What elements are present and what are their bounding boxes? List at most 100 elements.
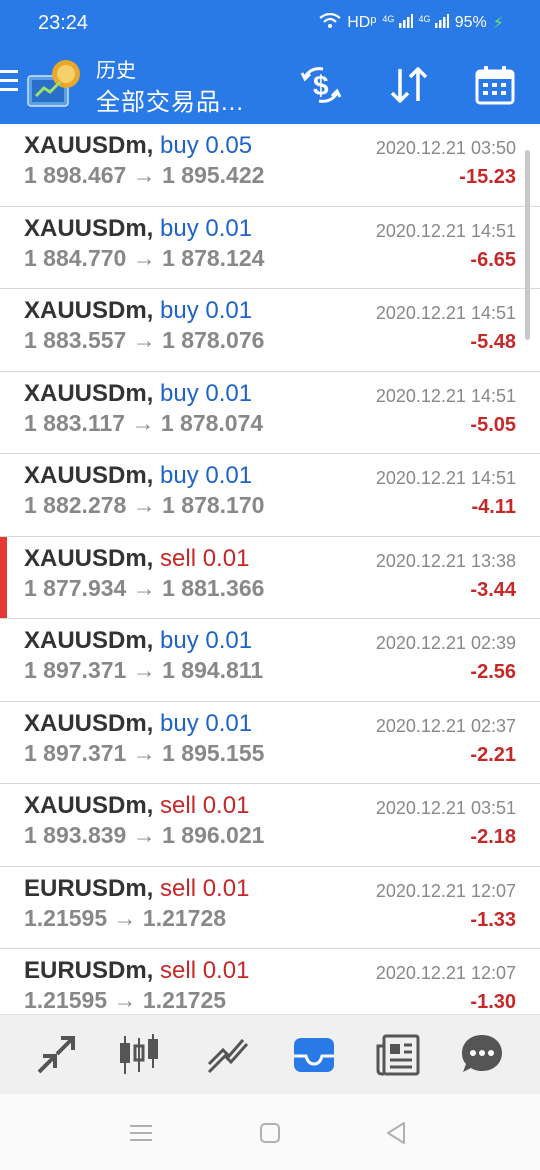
open-price: 1 897.371 xyxy=(24,657,127,683)
trade-prices: 1 883.557 → 1 878.076 xyxy=(24,327,264,354)
quotes-icon xyxy=(37,1036,75,1074)
trade-time: 2020.12.21 14:51 xyxy=(375,303,516,323)
trade-history-list[interactable]: XAUUSDm, buy 0.05 1 898.467 → 1 895.422 20… xyxy=(0,124,540,1014)
trade-prices: 1 897.371 → 1 894.811 xyxy=(24,657,263,684)
trade-profit: -3.44 xyxy=(470,578,516,601)
calendar-button[interactable] xyxy=(470,60,520,110)
currency-exchange-button[interactable]: $ xyxy=(296,60,346,110)
trade-row[interactable]: XAUUSDm, sell 0.01 1 877.934 → 1 881.366 2… xyxy=(0,536,540,619)
trade-side: buy 0.01 xyxy=(160,627,253,654)
trade-profit: -1.33 xyxy=(470,908,516,931)
trade-row[interactable]: EURUSDm, sell 0.01 1.21595 → 1.21725 2020.… xyxy=(0,949,540,1014)
open-price: 1.21595 xyxy=(24,904,108,931)
open-price: 1 884.770 xyxy=(24,244,127,271)
trade-side: buy 0.01 xyxy=(160,379,253,407)
sort-icon xyxy=(390,67,428,103)
trade-row[interactable]: XAUUSDm, sell 0.01 1 893.839 → 1 896.021 2… xyxy=(0,784,540,867)
scrollbar[interactable] xyxy=(525,150,530,340)
trade-profit: -2.21 xyxy=(470,743,516,766)
nav-chart[interactable] xyxy=(114,1029,166,1081)
symbol-name: XAUUSDm, xyxy=(24,792,154,819)
charging-icon: ⚡ xyxy=(492,15,504,32)
home-icon xyxy=(260,1123,280,1143)
trade-prices: 1.21595 → 1.21728 xyxy=(24,905,226,932)
trade-row[interactable]: XAUUSDm, buy 0.01 1 883.117 → 1 878.074 20… xyxy=(0,371,540,454)
trade-symbol: XAUUSDm, buy 0.01 xyxy=(24,297,252,325)
close-price: 1 878.076 xyxy=(162,327,265,353)
trade-row[interactable]: XAUUSDm, buy 0.01 1 884.770 → 1 878.124 20… xyxy=(0,206,540,289)
trade-row[interactable]: XAUUSDm, buy 0.01 1 897.371 → 1 895.155 20… xyxy=(0,701,540,784)
open-price: 1 897.371 xyxy=(24,739,127,766)
price-arrow: → xyxy=(132,574,156,601)
network-label: HDᵖ xyxy=(347,14,377,31)
nav-news[interactable] xyxy=(372,1029,424,1081)
nav-trade[interactable] xyxy=(202,1029,254,1081)
trade-side: sell 0.01 xyxy=(160,874,250,902)
symbol-name: XAUUSDm, xyxy=(24,297,154,324)
wifi-icon xyxy=(319,12,341,33)
recent-apps-button[interactable] xyxy=(126,1118,156,1148)
trade-symbol: XAUUSDm, buy 0.01 xyxy=(24,627,252,655)
trade-symbol: EURUSDm, sell 0.01 xyxy=(24,875,249,903)
signal-icon-2: 4G xyxy=(419,14,449,32)
trade-row[interactable]: XAUUSDm, buy 0.01 1 882.278 → 1 878.170 20… xyxy=(0,454,540,537)
trade-time: 2020.12.21 12:07 xyxy=(375,880,516,901)
trade-time: 2020.12.21 14:51 xyxy=(375,220,516,241)
price-arrow: → xyxy=(132,739,156,766)
open-price: 1 877.934 xyxy=(24,574,127,601)
back-button[interactable] xyxy=(382,1118,412,1148)
trade-prices: 1 883.117 → 1 878.074 xyxy=(24,410,263,437)
trade-prices: 1 877.934 → 1 881.366 xyxy=(24,575,264,602)
trade-profit: -2.18 xyxy=(470,826,516,848)
close-price: 1 895.155 xyxy=(162,739,265,766)
trade-prices: 1 893.839 → 1 896.021 xyxy=(24,822,264,849)
price-arrow: → xyxy=(132,492,156,518)
trade-prices: 1.21595 → 1.21725 xyxy=(24,987,226,1014)
trade-time: 2020.12.21 02:39 xyxy=(375,633,516,653)
trade-symbol: XAUUSDm, buy 0.01 xyxy=(24,215,252,243)
battery-level: 95% xyxy=(454,14,487,31)
menu-icon[interactable] xyxy=(0,70,18,94)
price-arrow: → xyxy=(113,987,137,1013)
trade-profit: -2.56 xyxy=(470,661,516,683)
price-arrow: → xyxy=(132,822,156,848)
trade-time: 2020.12.21 14:51 xyxy=(375,468,516,488)
nav-history[interactable] xyxy=(288,1029,340,1081)
trade-prices: 1 882.278 → 1 878.170 xyxy=(24,492,264,519)
nav-quotes[interactable] xyxy=(30,1029,82,1081)
trade-row[interactable]: XAUUSDm, buy 0.01 1 883.557 → 1 878.076 20… xyxy=(0,289,540,372)
chat-icon xyxy=(462,1035,502,1072)
symbol-name: XAUUSDm, xyxy=(24,214,154,242)
price-arrow: → xyxy=(132,327,156,353)
price-arrow: → xyxy=(132,657,156,683)
nav-chat[interactable] xyxy=(456,1029,508,1081)
symbol-name: EURUSDm, xyxy=(24,874,154,902)
app-bar: 历史 全部交易品... $ xyxy=(0,48,540,124)
signal-icon-1: 4G xyxy=(382,14,413,32)
trade-prices: 1 897.371 → 1 895.155 xyxy=(24,740,264,767)
app-logo xyxy=(26,56,84,114)
open-price: 1.21595 xyxy=(24,987,108,1013)
trade-side: buy 0.05 xyxy=(160,132,253,159)
home-button[interactable] xyxy=(255,1118,285,1148)
open-price: 1 883.557 xyxy=(24,327,127,353)
trade-time: 2020.12.21 02:37 xyxy=(375,715,516,736)
page-title[interactable]: 全部交易品... xyxy=(96,82,244,117)
status-time: 23:24 xyxy=(38,12,89,34)
trade-side: sell 0.01 xyxy=(160,957,250,984)
bottom-navigation xyxy=(0,1014,540,1094)
sort-button[interactable] xyxy=(384,60,434,110)
trade-prices: 1 898.467 → 1 895.422 xyxy=(24,162,264,189)
symbol-name: XAUUSDm, xyxy=(24,544,154,572)
trade-row[interactable]: EURUSDm, sell 0.01 1.21595 → 1.21728 2020.… xyxy=(0,866,540,949)
open-price: 1 882.278 xyxy=(24,492,127,518)
trade-row[interactable]: XAUUSDm, buy 0.05 1 898.467 → 1 895.422 20… xyxy=(0,124,540,207)
trade-row[interactable]: XAUUSDm, buy 0.01 1 897.371 → 1 894.811 20… xyxy=(0,619,540,702)
trade-side: sell 0.01 xyxy=(160,544,250,572)
trade-side: buy 0.01 xyxy=(160,462,253,489)
close-price: 1 878.074 xyxy=(160,409,264,436)
trade-symbol: XAUUSDm, buy 0.01 xyxy=(24,380,252,408)
history-icon xyxy=(294,1038,334,1072)
trade-time: 2020.12.21 14:51 xyxy=(375,385,516,406)
close-price: 1 896.021 xyxy=(162,822,265,848)
